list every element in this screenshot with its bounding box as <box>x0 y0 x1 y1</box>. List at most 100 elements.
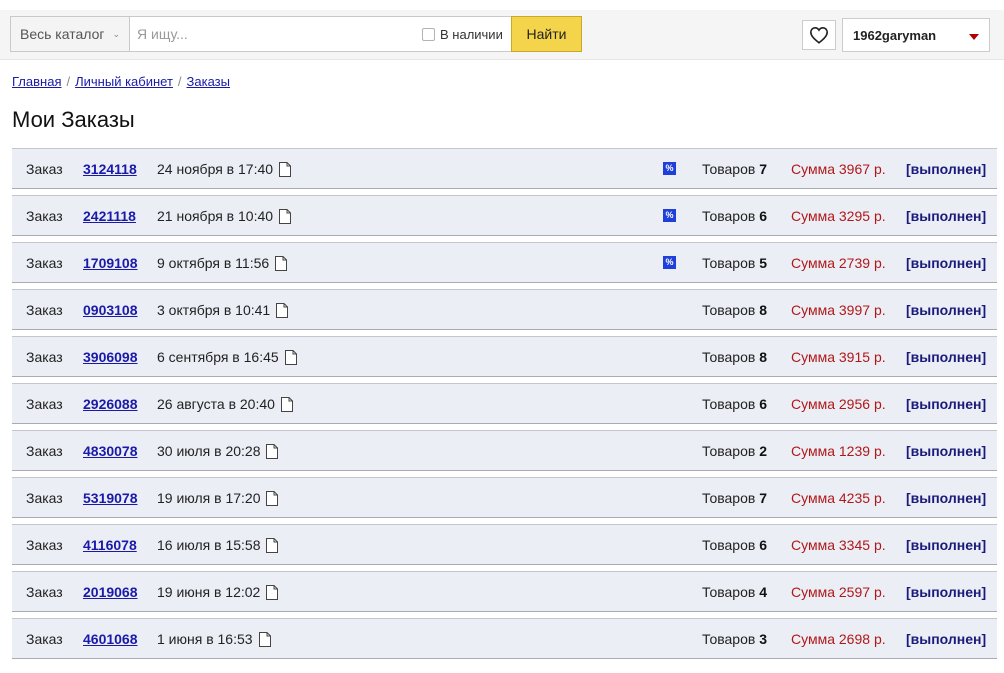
order-items: Товаров 7 <box>702 490 767 506</box>
order-status[interactable]: [выполнен] <box>906 161 986 177</box>
document-icon[interactable] <box>279 208 292 224</box>
order-number-link[interactable]: 4116078 <box>83 537 137 553</box>
order-date: 19 июня в 12:02 <box>157 584 279 600</box>
breadcrumb-orders-link[interactable]: Заказы <box>187 74 230 89</box>
items-label: Товаров <box>702 302 756 318</box>
sum-label: Сумма <box>791 349 835 365</box>
currency: р. <box>873 161 886 177</box>
catalog-select[interactable]: Весь каталог ⌄ <box>10 16 130 52</box>
document-icon[interactable] <box>279 161 292 177</box>
username: 1962garyman <box>853 28 937 43</box>
order-sum: Сумма 1239 р. <box>791 443 886 459</box>
order-status[interactable]: [выполнен] <box>906 302 986 318</box>
order-sum: Сумма 3915 р. <box>791 349 886 365</box>
items-label: Товаров <box>702 537 756 553</box>
order-number-link[interactable]: 1709108 <box>83 255 138 271</box>
document-icon[interactable] <box>258 631 271 647</box>
order-row: Заказ 3124118 24 ноября в 17:40 % Товаро… <box>12 148 997 189</box>
order-number-link[interactable]: 3124118 <box>83 161 137 177</box>
document-icon[interactable] <box>266 537 279 553</box>
order-number-link[interactable]: 5319078 <box>83 490 138 506</box>
order-status[interactable]: [выполнен] <box>906 537 986 553</box>
order-number-link[interactable]: 2019068 <box>83 584 138 600</box>
sum-value: 2739 <box>838 255 871 271</box>
order-date-text: 30 июля в 20:28 <box>157 443 261 459</box>
order-number-link[interactable]: 2926088 <box>83 396 138 412</box>
document-icon[interactable] <box>275 255 288 271</box>
document-icon[interactable] <box>266 584 279 600</box>
items-count: 3 <box>759 631 768 647</box>
breadcrumb-home-link[interactable]: Главная <box>12 74 61 89</box>
items-count: 6 <box>759 537 768 553</box>
order-label: Заказ <box>26 349 63 365</box>
order-date: 3 октября в 10:41 <box>157 302 289 318</box>
items-count: 8 <box>759 349 768 365</box>
sum-value: 4235 <box>838 490 871 506</box>
order-number-link[interactable]: 2421118 <box>83 208 136 224</box>
order-number-link[interactable]: 0903108 <box>83 302 138 318</box>
search-input[interactable] <box>130 17 410 51</box>
currency: р. <box>873 584 886 600</box>
in-stock-checkbox[interactable]: В наличии <box>422 27 503 42</box>
order-date: 9 октября в 11:56 <box>157 255 288 271</box>
order-row: Заказ 4830078 30 июля в 20:28 Товаров 2 … <box>12 430 997 471</box>
sum-value: 3345 <box>838 537 871 553</box>
sum-label: Сумма <box>791 396 835 412</box>
order-items: Товаров 6 <box>702 396 767 412</box>
orders-list: Заказ 3124118 24 ноября в 17:40 % Товаро… <box>12 148 997 665</box>
sum-label: Сумма <box>791 161 835 177</box>
order-status[interactable]: [выполнен] <box>906 490 986 506</box>
order-date: 1 июня в 16:53 <box>157 631 271 647</box>
sum-value: 2597 <box>838 584 871 600</box>
order-sum: Сумма 3345 р. <box>791 537 886 553</box>
order-status[interactable]: [выполнен] <box>906 584 986 600</box>
order-label: Заказ <box>26 584 63 600</box>
order-status[interactable]: [выполнен] <box>906 208 986 224</box>
order-number-link[interactable]: 4830078 <box>83 443 138 459</box>
sum-label: Сумма <box>791 302 835 318</box>
document-icon[interactable] <box>266 490 279 506</box>
chevron-down-icon: ⌄ <box>112 29 120 39</box>
order-status[interactable]: [выполнен] <box>906 349 986 365</box>
order-status[interactable]: [выполнен] <box>906 631 986 647</box>
favorites-button[interactable] <box>802 20 836 50</box>
order-label: Заказ <box>26 396 63 412</box>
document-icon[interactable] <box>280 396 293 412</box>
user-menu[interactable]: 1962garyman <box>842 18 990 52</box>
items-count: 5 <box>759 255 768 271</box>
breadcrumb-separator: / <box>177 74 182 89</box>
sum-label: Сумма <box>791 443 835 459</box>
document-icon[interactable] <box>276 302 289 318</box>
order-status[interactable]: [выполнен] <box>906 443 986 459</box>
sum-value: 2956 <box>838 396 871 412</box>
order-number-link[interactable]: 4601068 <box>83 631 138 647</box>
order-date-text: 16 июля в 15:58 <box>157 537 261 553</box>
breadcrumb-account-link[interactable]: Личный кабинет <box>75 74 173 89</box>
page-title: Мои Заказы <box>12 107 135 132</box>
document-icon[interactable] <box>284 349 297 365</box>
currency: р. <box>873 631 886 647</box>
order-label: Заказ <box>26 208 63 224</box>
breadcrumb: Главная / Личный кабинет / Заказы <box>12 74 230 89</box>
items-label: Товаров <box>702 161 756 177</box>
order-number-link[interactable]: 3906098 <box>83 349 138 365</box>
discount-badge-icon: % <box>663 162 676 175</box>
sum-label: Сумма <box>791 584 835 600</box>
sum-value: 1239 <box>838 443 871 459</box>
discount-badge-icon: % <box>663 209 676 222</box>
document-icon[interactable] <box>266 443 279 459</box>
order-items: Товаров 4 <box>702 584 767 600</box>
find-button[interactable]: Найти <box>511 16 582 52</box>
order-status[interactable]: [выполнен] <box>906 255 986 271</box>
order-row: Заказ 0903108 3 октября в 10:41 Товаров … <box>12 289 997 330</box>
order-row: Заказ 2421118 21 ноября в 10:40 % Товаро… <box>12 195 997 236</box>
order-date-text: 19 июля в 17:20 <box>157 490 261 506</box>
checkbox-icon[interactable] <box>422 28 435 41</box>
caret-down-icon <box>969 34 979 40</box>
order-row: Заказ 4601068 1 июня в 16:53 Товаров 3 С… <box>12 618 997 659</box>
items-count: 4 <box>759 584 768 600</box>
order-row: Заказ 5319078 19 июля в 17:20 Товаров 7 … <box>12 477 997 518</box>
order-date-text: 9 октября в 11:56 <box>157 255 270 271</box>
items-count: 6 <box>759 396 768 412</box>
order-status[interactable]: [выполнен] <box>906 396 986 412</box>
